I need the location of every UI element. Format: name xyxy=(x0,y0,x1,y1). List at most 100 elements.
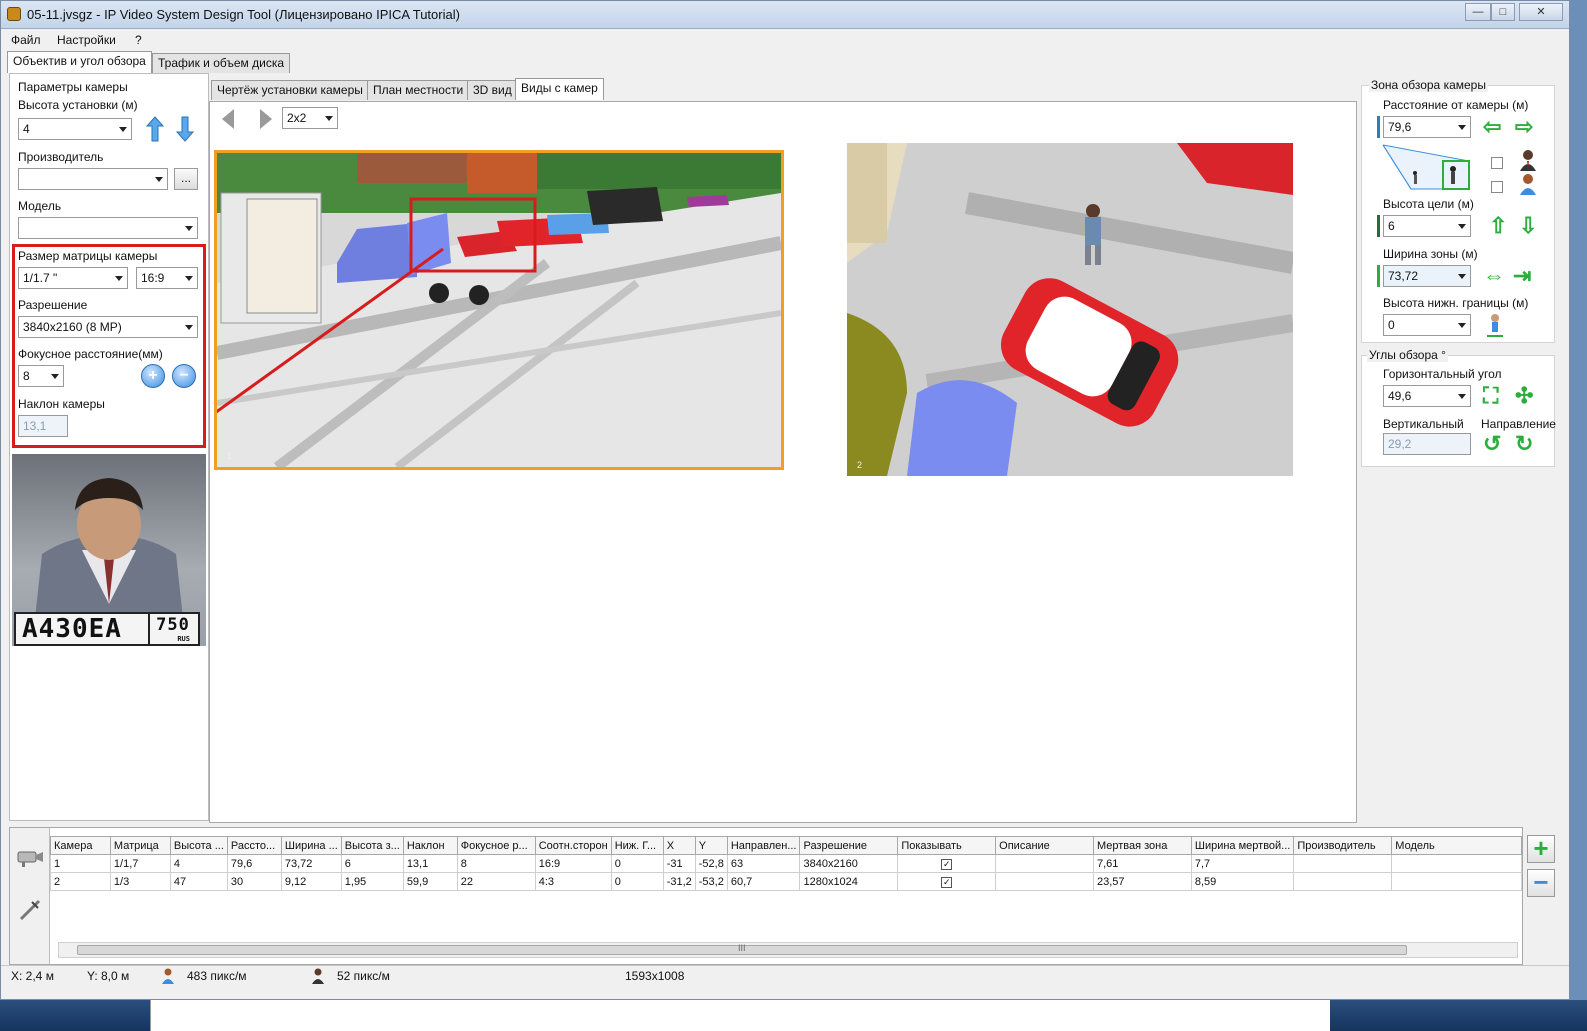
table-cell[interactable]: -31,2 xyxy=(662,872,696,891)
face-checkbox[interactable] xyxy=(1491,157,1503,169)
target-height-select[interactable]: 6 xyxy=(1383,215,1471,237)
column-header[interactable]: Соотн.сторон xyxy=(534,836,612,855)
horizontal-scrollbar[interactable]: III xyxy=(58,942,1518,958)
tab-lens-angle[interactable]: Объектив и угол обзора xyxy=(7,51,152,73)
table-cell[interactable] xyxy=(1293,872,1393,891)
arrow-down-icon[interactable]: ⇩ xyxy=(1519,215,1537,237)
horizontal-angle-select[interactable]: 49,6 xyxy=(1383,385,1471,407)
show-checkbox[interactable]: ✓ xyxy=(941,876,953,888)
tab-installation-drawing[interactable]: Чертёж установки камеры xyxy=(211,80,369,100)
browse-manufacturer-button[interactable]: ... xyxy=(174,168,198,190)
camera-view-1[interactable]: 1 xyxy=(214,150,784,470)
table-cell[interactable]: 8,59 xyxy=(1190,872,1295,891)
distance-select[interactable]: 79,6 xyxy=(1383,116,1471,138)
table-cell[interactable]: 1/1,7 xyxy=(109,854,171,873)
show-checkbox[interactable]: ✓ xyxy=(941,858,953,870)
resolution-select[interactable]: 3840x2160 (8 MP) xyxy=(18,316,198,338)
expand-width-icon[interactable]: ⇔ xyxy=(1483,265,1505,287)
column-header[interactable]: Ширина ... xyxy=(280,836,342,855)
table-cell[interactable] xyxy=(1391,854,1522,873)
table-cell[interactable]: 73,72 xyxy=(280,854,342,873)
table-cell[interactable]: 22 xyxy=(456,872,536,891)
table-cell[interactable]: 60,7 xyxy=(726,872,801,891)
close-button[interactable]: ✕ xyxy=(1519,3,1563,21)
next-arrow-icon[interactable] xyxy=(258,108,274,130)
body-checkbox[interactable] xyxy=(1491,181,1503,193)
column-header[interactable]: X xyxy=(662,836,696,855)
table-cell[interactable]: 59,9 xyxy=(402,872,458,891)
table-cell[interactable]: 0 xyxy=(610,872,664,891)
column-header[interactable]: Разрешение xyxy=(799,836,899,855)
table-cell[interactable]: 23,57 xyxy=(1092,872,1192,891)
scrollbar-thumb[interactable]: III xyxy=(77,943,1407,955)
column-header[interactable]: Высота з... xyxy=(340,836,404,855)
column-header[interactable]: Направлен... xyxy=(726,836,801,855)
minimize-button[interactable]: — xyxy=(1465,3,1491,21)
table-cell[interactable]: 16:9 xyxy=(534,854,612,873)
remove-camera-button[interactable]: − xyxy=(1527,869,1555,897)
table-cell[interactable]: 1,95 xyxy=(340,872,404,891)
lower-bound-select[interactable]: 0 xyxy=(1383,314,1471,336)
tab-3d-view[interactable]: 3D вид xyxy=(467,80,518,100)
tab-site-plan[interactable]: План местности xyxy=(367,80,470,100)
rotate-left-icon[interactable]: ↺ xyxy=(1483,433,1501,455)
rotate-right-icon[interactable]: ↻ xyxy=(1515,433,1533,455)
table-cell[interactable]: 1/3 xyxy=(109,872,171,891)
menu-file[interactable]: Файл xyxy=(11,33,41,47)
arrow-right-icon[interactable]: ⇨ xyxy=(1515,116,1533,138)
table-cell[interactable]: 63 xyxy=(726,854,801,873)
tab-traffic-disk[interactable]: Трафик и объем диска xyxy=(152,53,290,73)
table-cell[interactable]: -53,2 xyxy=(694,872,728,891)
aspect-ratio-select[interactable]: 16:9 xyxy=(136,267,198,289)
table-cell[interactable]: -52,8 xyxy=(694,854,728,873)
table-cell[interactable]: 79,6 xyxy=(226,854,282,873)
table-cell[interactable]: 30 xyxy=(226,872,282,891)
focal-length-select[interactable]: 8 xyxy=(18,365,64,387)
table-row[interactable]: 1 1/1,7 4 79,6 73,72 6 13,1 8 16:9 0 -31… xyxy=(50,854,1522,873)
table-cell[interactable]: 0 xyxy=(610,854,664,873)
table-cell[interactable] xyxy=(1293,854,1393,873)
menu-help[interactable]: ? xyxy=(135,33,142,47)
table-cell[interactable]: 8 xyxy=(456,854,536,873)
column-header[interactable]: Фокусное р... xyxy=(456,836,536,855)
layout-select[interactable]: 2x2 xyxy=(282,107,338,129)
camera-view-2[interactable]: 2 xyxy=(847,143,1293,476)
tilt-field[interactable]: 13,1 xyxy=(18,415,68,437)
column-header[interactable]: Y xyxy=(694,836,728,855)
menu-settings[interactable]: Настройки xyxy=(57,33,116,47)
arrow-left-icon[interactable]: ⇦ xyxy=(1483,116,1501,138)
table-cell[interactable]: 4 xyxy=(169,854,228,873)
column-header[interactable]: Ширина мертвой... xyxy=(1190,836,1295,855)
previous-arrow-icon[interactable] xyxy=(220,108,236,130)
column-header[interactable]: Рассто... xyxy=(226,836,282,855)
vertical-angle-field[interactable]: 29,2 xyxy=(1383,433,1471,455)
table-cell[interactable]: -31 xyxy=(662,854,696,873)
column-header[interactable]: Наклон xyxy=(402,836,458,855)
column-header[interactable]: Камера xyxy=(50,836,111,855)
collapse-angle-icon[interactable]: ✣ xyxy=(1515,385,1533,407)
zoom-out-button[interactable]: − xyxy=(172,364,196,388)
table-cell[interactable]: 7,61 xyxy=(1092,854,1192,873)
cable-icon[interactable] xyxy=(18,898,42,922)
arrow-down-icon[interactable] xyxy=(176,116,194,142)
table-cell[interactable]: 9,12 xyxy=(280,872,342,891)
table-cell[interactable] xyxy=(1391,872,1522,891)
column-header[interactable]: Модель xyxy=(1391,836,1522,855)
table-cell[interactable] xyxy=(995,872,1094,891)
maximize-button[interactable]: □ xyxy=(1491,3,1515,21)
table-cell[interactable]: 47 xyxy=(169,872,228,891)
column-header[interactable]: Ниж. Г... xyxy=(610,836,664,855)
expand-angle-icon[interactable]: ⛶ xyxy=(1483,385,1498,407)
table-cell[interactable]: 4:3 xyxy=(534,872,612,891)
table-row[interactable]: 2 1/3 47 30 9,12 1,95 59,9 22 4:3 0 -31,… xyxy=(50,872,1522,891)
column-header[interactable]: Высота ... xyxy=(169,836,228,855)
table-cell[interactable]: 1 xyxy=(50,854,111,873)
shrink-width-icon[interactable]: ⇥ xyxy=(1513,265,1531,287)
sensor-size-select[interactable]: 1/1.7 " xyxy=(18,267,128,289)
height-select[interactable]: 4 xyxy=(18,118,132,140)
model-select[interactable] xyxy=(18,217,198,239)
tab-camera-views[interactable]: Виды с камер xyxy=(515,78,604,100)
zoom-in-button[interactable]: + xyxy=(141,364,165,388)
table-cell[interactable]: 1280x1024 xyxy=(799,872,899,891)
arrow-up-icon[interactable] xyxy=(146,116,164,142)
